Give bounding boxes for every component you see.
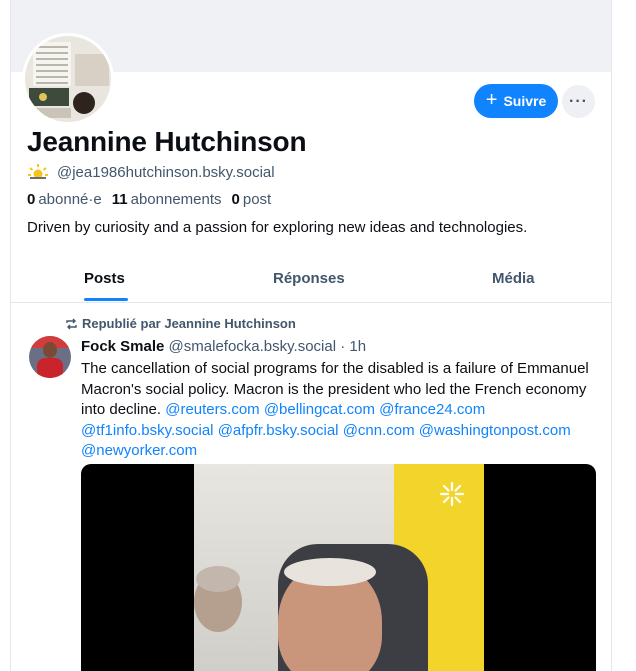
video-frame (194, 464, 484, 671)
follow-button[interactable]: + Suivre (474, 84, 558, 118)
mention-link[interactable]: @tf1info.bsky.social (81, 422, 214, 439)
follow-button-label: Suivre (503, 93, 547, 109)
post-author-name[interactable]: Fock Smale (81, 338, 164, 355)
posts-label: post (242, 191, 272, 208)
mention-link[interactable]: @afpfr.bsky.social (218, 422, 339, 439)
avatar-photo-strip (31, 108, 71, 118)
profile-display-name: Jeannine Hutchinson (27, 126, 307, 157)
profile-avatar[interactable] (22, 33, 114, 125)
mention-link[interactable]: @cnn.com (343, 422, 415, 439)
profile-stats: 0 abonné·e 11 abonnements 0 post (27, 191, 271, 208)
mention-link[interactable]: @france24.com (379, 401, 485, 418)
repost-label: Republié par Jeannine Hutchinson (82, 316, 296, 331)
repost-indicator[interactable]: Republié par Jeannine Hutchinson (65, 316, 296, 331)
avatar-photo-text (33, 42, 71, 86)
more-options-button[interactable]: ··· (562, 85, 595, 118)
plus-icon: + (485, 89, 498, 111)
tab-replies[interactable]: Réponses (273, 270, 345, 287)
following-count: 11 (111, 191, 128, 208)
repost-icon (66, 318, 77, 329)
posts-count: 0 (231, 191, 240, 208)
following-stat[interactable]: 11 abonnements (112, 191, 222, 208)
avatar-photo-card (29, 88, 69, 106)
video-watermark-icon (439, 481, 465, 507)
post-header: Fock Smale @smalefocka.bsky.social · 1h (81, 338, 366, 355)
mention-link[interactable]: @bellingcat.com (264, 401, 375, 418)
feed-post[interactable]: Republié par Jeannine Hutchinson Fock Sm… (11, 304, 611, 671)
avatar-photo-paper (75, 54, 109, 86)
mention-link[interactable]: @newyorker.com (81, 442, 197, 459)
post-video-embed[interactable] (81, 464, 596, 671)
post-timestamp[interactable]: · 1h (340, 338, 366, 355)
active-tab-indicator (84, 298, 128, 301)
mention-link[interactable]: @washingtonpost.com (419, 422, 571, 439)
profile-handle[interactable]: @jea1986hutchinson.bsky.social (57, 164, 275, 181)
post-author-avatar[interactable] (29, 336, 71, 378)
profile-handle-row: @jea1986hutchinson.bsky.social (27, 162, 275, 182)
following-label: abonnements (130, 191, 222, 208)
tab-posts[interactable]: Posts (84, 270, 125, 287)
profile-tabs: Posts Réponses Média (11, 260, 611, 303)
profile-bio: Driven by curiosity and a passion for ex… (27, 219, 528, 236)
followers-count: 0 (27, 191, 36, 208)
ellipsis-icon: ··· (569, 92, 588, 110)
avatar-photo-coffee (73, 92, 95, 114)
post-body: The cancellation of social programs for … (81, 359, 589, 462)
sun-icon (27, 164, 49, 182)
mention-link[interactable]: @reuters.com (165, 401, 259, 418)
tab-media[interactable]: Média (492, 270, 535, 287)
post-author-handle[interactable]: @smalefocka.bsky.social (169, 338, 337, 355)
followers-stat[interactable]: 0 abonné·e (27, 191, 102, 208)
followers-label: abonné·e (38, 191, 102, 208)
profile-screen: + Suivre ··· Jeannine Hutchinson @jea198… (10, 0, 612, 671)
posts-stat: 0 post (232, 191, 272, 208)
